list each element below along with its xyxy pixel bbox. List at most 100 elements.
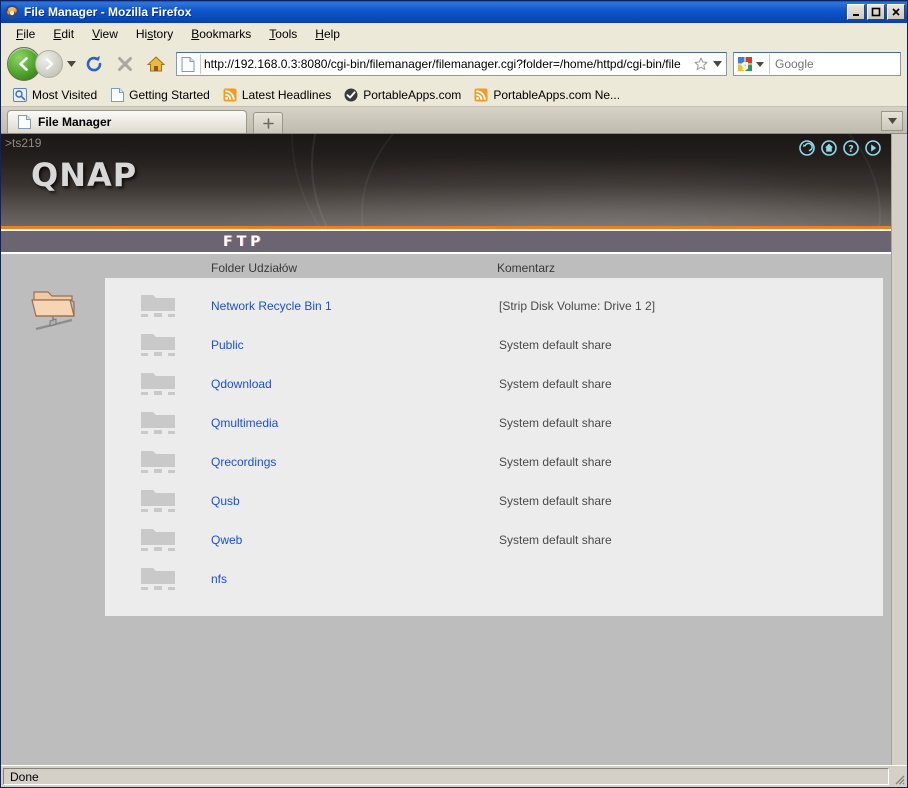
search-input[interactable] <box>773 56 908 72</box>
bookmarks-toolbar: Most Visited Getting Started Latest Head… <box>1 83 907 107</box>
menu-file[interactable]: FFileile <box>7 25 44 43</box>
share-link[interactable]: nfs <box>211 572 227 586</box>
page-icon <box>16 114 32 130</box>
folder-icon <box>105 565 211 593</box>
bookmark-label: PortableApps.com <box>363 87 462 102</box>
back-circle-icon[interactable] <box>799 140 815 156</box>
share-comment-cell: System default share <box>499 454 612 469</box>
resize-grip[interactable] <box>889 766 907 787</box>
banner-icon-group: ? <box>799 140 881 156</box>
share-comment-cell: System default share <box>499 493 612 508</box>
close-button[interactable] <box>887 4 905 20</box>
table-row[interactable]: nfs <box>105 559 883 598</box>
share-name-cell[interactable]: Qmultimedia <box>211 414 499 432</box>
search-engine-dropdown-icon[interactable] <box>754 61 766 67</box>
url-dropdown-icon[interactable] <box>710 61 724 67</box>
bookmark-latest-headlines[interactable]: Latest Headlines <box>217 85 336 105</box>
home-button[interactable] <box>142 50 170 78</box>
svg-text:g: g <box>741 58 749 71</box>
share-comment-cell: [Strip Disk Volume: Drive 1 2] <box>499 298 656 313</box>
device-hostname: >ts219 <box>5 136 42 150</box>
folder-icon <box>105 448 211 476</box>
folder-icon <box>105 292 211 320</box>
url-divider <box>200 54 201 74</box>
share-link[interactable]: Qusb <box>211 494 240 508</box>
search-divider <box>769 54 770 74</box>
google-logo-icon: g <box>736 55 754 73</box>
qnap-logo: QNAP <box>31 156 138 194</box>
folder-icon <box>105 487 211 515</box>
menu-edit[interactable]: Edit <box>44 25 83 43</box>
vertical-scrollbar[interactable] <box>891 134 907 765</box>
table-row[interactable]: Network Recycle Bin 1 [Strip Disk Volume… <box>105 286 883 325</box>
share-comment-cell: System default share <box>499 337 612 352</box>
menu-tools[interactable]: Tools <box>260 25 306 43</box>
tab-list-dropdown-button[interactable] <box>881 111 903 131</box>
share-name-cell[interactable]: nfs <box>211 570 499 588</box>
table-row[interactable]: Qmultimedia System default share <box>105 403 883 442</box>
share-link[interactable]: Public <box>211 338 244 352</box>
share-comment-cell: System default share <box>499 532 612 547</box>
star-icon[interactable] <box>692 57 710 71</box>
section-header-bar: FTP <box>1 231 891 254</box>
search-bar[interactable]: g <box>733 52 908 76</box>
bookmark-portableapps-news[interactable]: PortableApps.com Ne... <box>468 85 625 105</box>
share-name-cell[interactable]: Qweb <box>211 531 499 549</box>
forward-button[interactable] <box>35 50 63 78</box>
tab-label: File Manager <box>38 115 112 129</box>
tab-file-manager[interactable]: File Manager <box>7 110 247 133</box>
back-forward-group <box>7 47 77 81</box>
forward-circle-icon[interactable] <box>865 140 881 156</box>
menu-bar: FFileile Edit View History Bookmarks Too… <box>1 23 907 45</box>
history-dropdown-icon[interactable] <box>65 54 77 74</box>
url-bar[interactable]: http://192.168.0.3:8080/cgi-bin/filemana… <box>176 52 727 76</box>
share-link[interactable]: Qweb <box>211 533 242 547</box>
page-icon <box>179 55 197 73</box>
bookmark-getting-started[interactable]: Getting Started <box>104 85 215 105</box>
share-name-cell[interactable]: Qusb <box>211 492 499 510</box>
stop-button[interactable] <box>111 50 139 78</box>
help-circle-icon[interactable]: ? <box>843 140 859 156</box>
menu-bookmarks[interactable]: Bookmarks <box>182 25 260 43</box>
share-name-cell[interactable]: Network Recycle Bin 1 <box>211 297 499 315</box>
reload-button[interactable] <box>80 50 108 78</box>
menu-view[interactable]: View <box>83 25 127 43</box>
firefox-icon <box>4 4 20 20</box>
share-link[interactable]: Qdownload <box>211 377 272 391</box>
new-tab-button[interactable] <box>253 112 283 133</box>
share-name-cell[interactable]: Qdownload <box>211 375 499 393</box>
left-icon-column <box>1 278 105 616</box>
window-buttons <box>847 4 905 20</box>
window-title: File Manager - Mozilla Firefox <box>24 5 192 19</box>
bookmark-most-visited[interactable]: Most Visited <box>7 85 102 105</box>
menu-history[interactable]: History <box>127 25 182 43</box>
share-link[interactable]: Qmultimedia <box>211 416 278 430</box>
maximize-button[interactable] <box>867 4 885 20</box>
table-row[interactable]: Qdownload System default share <box>105 364 883 403</box>
minimize-button[interactable] <box>847 4 865 20</box>
url-text[interactable]: http://192.168.0.3:8080/cgi-bin/filemana… <box>204 57 692 71</box>
table-row[interactable]: Qusb System default share <box>105 481 883 520</box>
share-link[interactable]: Network Recycle Bin 1 <box>211 299 332 313</box>
share-comment-cell: System default share <box>499 415 612 430</box>
table-row[interactable]: Qrecordings System default share <box>105 442 883 481</box>
share-link[interactable]: Qrecordings <box>211 455 276 469</box>
status-bar: Done <box>1 765 907 787</box>
section-title: FTP <box>223 233 265 250</box>
folder-icon <box>105 409 211 437</box>
home-circle-icon[interactable] <box>821 140 837 156</box>
qnap-banner: >ts219 QNAP ? <box>1 134 891 226</box>
table-row[interactable]: Qweb System default share <box>105 520 883 559</box>
share-name-cell[interactable]: Qrecordings <box>211 453 499 471</box>
bookmark-portableapps[interactable]: PortableApps.com <box>338 85 466 105</box>
folder-icon <box>105 526 211 554</box>
column-header-folder: Folder Udziałów <box>211 261 298 275</box>
most-visited-icon <box>12 87 28 103</box>
share-comment-cell: System default share <box>499 376 612 391</box>
table-row[interactable]: Public System default share <box>105 325 883 364</box>
menu-help[interactable]: Help <box>306 25 349 43</box>
share-name-cell[interactable]: Public <box>211 336 499 354</box>
table-column-headers: Folder Udziałów Komentarz <box>1 254 891 278</box>
bookmark-label: Most Visited <box>32 87 98 102</box>
svg-text:?: ? <box>848 144 854 155</box>
